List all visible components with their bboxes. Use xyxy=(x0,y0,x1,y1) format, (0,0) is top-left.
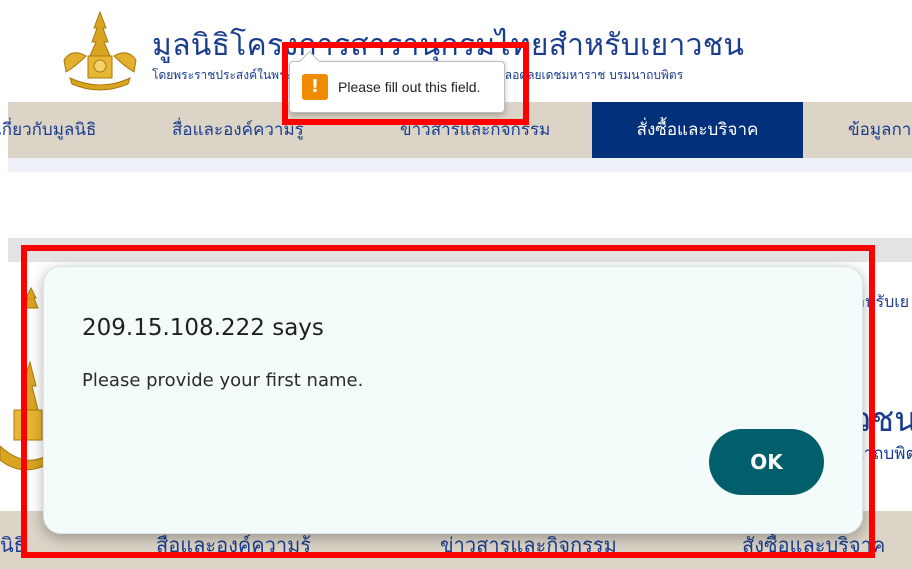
nav-item-order-donate[interactable]: สั่งซื้อและบริจาค xyxy=(592,102,803,158)
nav-item-info[interactable]: ข้อมูลการ xyxy=(848,102,912,158)
validation-tooltip: ! Please fill out this field. xyxy=(289,50,505,113)
background-emblem-icon xyxy=(0,360,46,471)
small-emblem-icon xyxy=(23,286,39,309)
background-strip xyxy=(8,238,912,262)
nav-underline xyxy=(8,158,912,172)
bg-nav-item-about: นิธิ xyxy=(0,533,26,557)
background-title-fragment: ำหรับเย xyxy=(856,292,910,311)
tooltip-message: Please fill out this field. xyxy=(338,79,481,95)
royal-emblem-icon xyxy=(63,10,137,91)
nav-item-about[interactable]: เกี่ยวกับมูลนิธิ xyxy=(0,102,96,158)
alert-dialog: 209.15.108.222 says Please provide your … xyxy=(43,266,863,534)
ok-button[interactable]: OK xyxy=(709,429,824,495)
warning-icon: ! xyxy=(302,74,328,100)
dialog-title: 209.15.108.222 says xyxy=(82,315,324,341)
nav-item-media[interactable]: สื่อและองค์ความรู้ xyxy=(172,102,304,158)
dialog-message: Please provide your first name. xyxy=(82,370,364,391)
